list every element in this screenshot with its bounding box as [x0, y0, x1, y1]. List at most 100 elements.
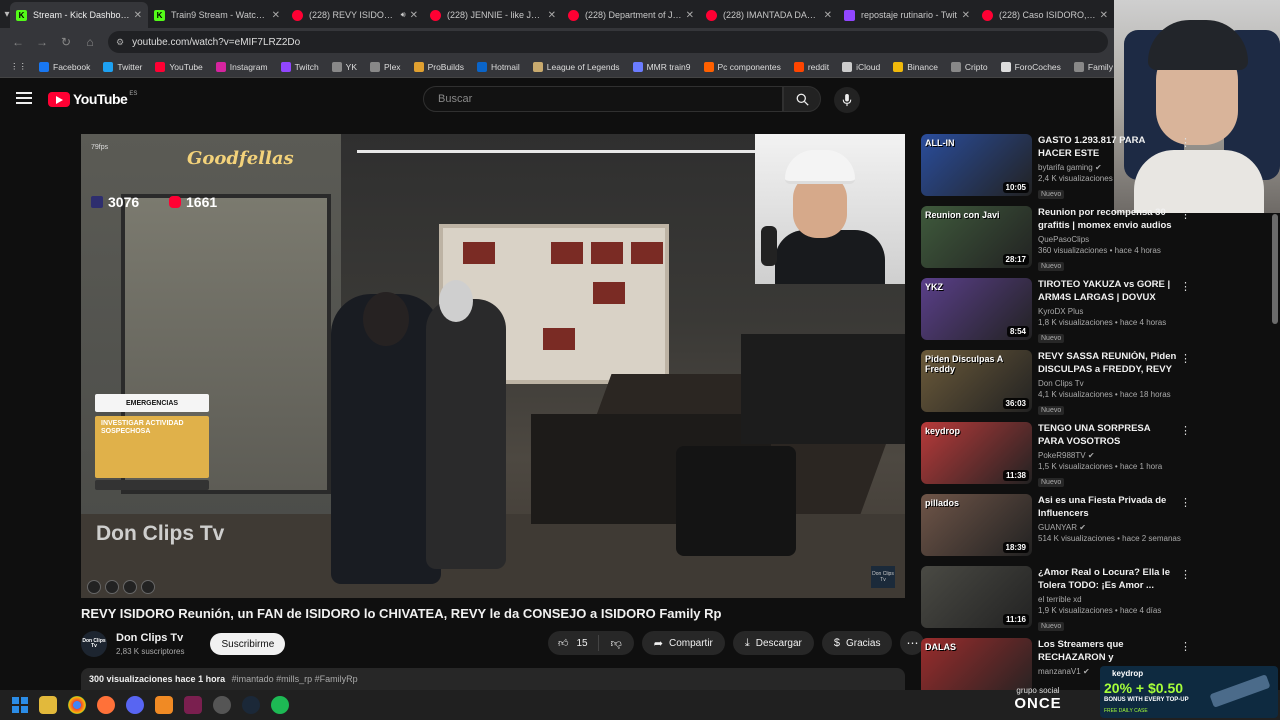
page-scrollbar[interactable] — [1272, 214, 1278, 324]
close-tab-icon[interactable]: ✕ — [686, 10, 694, 21]
browser-tab[interactable]: repostaje rutinario - Twit ✕ — [838, 2, 976, 28]
next-icon[interactable] — [184, 696, 202, 714]
recommended-video[interactable]: pillados 18:39 Asi es una Fiesta Privada d… — [921, 494, 1191, 566]
close-tab-icon[interactable]: ✕ — [824, 10, 832, 21]
close-tab-icon[interactable]: ✕ — [272, 10, 280, 21]
recommended-video[interactable]: YKZ 8:54 TIROTEO YAKUZA vs GORE | ARM4S LA… — [921, 278, 1191, 350]
search-button[interactable] — [783, 86, 821, 112]
share-button[interactable]: ➦ Compartir — [641, 631, 725, 655]
close-tab-icon[interactable]: ✕ — [410, 10, 418, 21]
bookmark-item[interactable]: YK — [331, 61, 357, 72]
reload-icon[interactable]: ↻ — [54, 30, 78, 54]
video-title[interactable]: Asi es una Fiesta Privada de Influencers — [1038, 495, 1178, 521]
bookmark-item[interactable]: Instagram — [215, 61, 268, 72]
bookmark-item[interactable]: Pc componentes — [703, 61, 781, 72]
browser-tab[interactable]: K Stream - Kick Dashboard ✕ — [10, 2, 148, 28]
video-title[interactable]: ¿Amor Real o Locura? Ella le Tolera TODO… — [1038, 567, 1178, 593]
browser-tab[interactable]: (228) REVY ISIDORO R 🔊︎ ✕ — [286, 2, 424, 28]
thanks-button[interactable]: $ Gracias — [821, 631, 893, 655]
back-icon[interactable]: ← — [6, 30, 30, 54]
browser-tab[interactable]: (228) Caso ISIDORO, INTI ✕ — [976, 2, 1114, 28]
close-tab-icon[interactable]: ✕ — [134, 10, 142, 21]
channel-name[interactable]: QuePasoClips — [1038, 235, 1178, 244]
video-player[interactable]: 79fps Goodfellas 3076 1661 EMERGENCIAS I… — [81, 134, 905, 598]
chrome-icon[interactable] — [68, 696, 86, 714]
more-options-icon[interactable]: ⋮ — [1180, 280, 1191, 293]
recommended-video[interactable]: Reunion con Javi 28:17 Reunion por recompe… — [921, 206, 1191, 278]
channel-name[interactable]: GUANYAR ✔ — [1038, 523, 1178, 532]
recommended-video[interactable]: keydrop 11:38 TENGO UNA SORPRESA PARA VOSO… — [921, 422, 1191, 494]
home-icon[interactable]: ⌂ — [78, 30, 102, 54]
hashtags[interactable]: #imantado #mills_rp #FamilyRp — [232, 674, 358, 684]
more-options-icon[interactable]: ⋮ — [1180, 352, 1191, 365]
dislike-button[interactable]: 👎︎ — [599, 637, 634, 650]
bookmark-item[interactable]: Binance — [893, 61, 938, 72]
more-options-icon[interactable]: ⋮ — [1180, 640, 1191, 653]
video-thumbnail[interactable]: keydrop 11:38 — [921, 422, 1032, 484]
download-button[interactable]: ⤓ Descargar — [732, 631, 814, 655]
bookmark-item[interactable]: iCloud — [842, 61, 880, 72]
close-tab-icon[interactable]: ✕ — [548, 10, 556, 21]
spotify-icon[interactable] — [271, 696, 289, 714]
bookmark-item[interactable]: YouTube — [155, 61, 203, 72]
browser-tab[interactable]: (228) IMANTADA DAL ULTI ✕ — [700, 2, 838, 28]
youtube-logo[interactable]: YouTube ES — [48, 91, 137, 107]
windows-start-icon[interactable] — [12, 697, 28, 713]
close-tab-icon[interactable]: ✕ — [1100, 10, 1108, 21]
bookmark-item[interactable]: Plex — [370, 61, 401, 72]
bookmark-item[interactable]: Twitch — [280, 61, 319, 72]
video-title[interactable]: Reunion por recompensa 30 grafitis | mom… — [1038, 207, 1178, 233]
audio-playing-icon[interactable]: 🔊︎ — [401, 10, 406, 20]
bookmark-item[interactable]: Facebook — [39, 61, 90, 72]
settings-icon[interactable] — [213, 696, 231, 714]
bookmark-item[interactable]: ProBuilds — [413, 61, 464, 72]
channel-watermark[interactable]: Don Clips Tv — [871, 566, 895, 588]
channel-avatar[interactable]: Don Clips Tv — [81, 631, 107, 657]
channel-name[interactable]: KyroDX Plus — [1038, 307, 1178, 316]
video-thumbnail[interactable]: ALL-IN 10:05 — [921, 134, 1032, 196]
channel-name[interactable]: Don Clips Tv — [1038, 379, 1178, 388]
firefox-icon[interactable] — [97, 696, 115, 714]
bookmark-item[interactable]: reddit — [793, 61, 829, 72]
bookmark-item[interactable]: MMR train9 — [632, 61, 691, 72]
bookmark-item[interactable]: ForoCoches — [1000, 61, 1061, 72]
more-options-icon[interactable]: ⋮ — [1180, 208, 1191, 221]
bookmark-item[interactable]: Twitter — [103, 61, 142, 72]
browser-tab[interactable]: K Train9 Stream - Watch Liv ✕ — [148, 2, 286, 28]
video-thumbnail[interactable]: Reunion con Javi 28:17 — [921, 206, 1032, 268]
subscribe-button[interactable]: Suscribirme — [210, 633, 286, 655]
recommended-video[interactable]: Piden Disculpas A Freddy 36:03 REVY SASSA … — [921, 350, 1191, 422]
steam-icon[interactable] — [242, 696, 260, 714]
video-title[interactable]: TIROTEO YAKUZA vs GORE | ARM4S LARGAS | … — [1038, 279, 1178, 305]
video-thumbnail[interactable]: 11:16 — [921, 566, 1032, 628]
video-thumbnail[interactable]: YKZ 8:54 — [921, 278, 1032, 340]
video-title[interactable]: TENGO UNA SORPRESA PARA VOSOTROS — [1038, 423, 1178, 449]
menu-icon[interactable] — [16, 92, 32, 104]
bookmark-item[interactable]: Cripto — [950, 61, 988, 72]
browser-tab[interactable]: (228) Department of Just ✕ — [562, 2, 700, 28]
search-input[interactable] — [438, 93, 782, 105]
bookmark-item[interactable]: Hotmail — [476, 61, 520, 72]
channel-name[interactable]: PokeR988TV ✔ — [1038, 451, 1178, 460]
apps-icon[interactable]: ⋮⋮ — [10, 61, 27, 72]
site-info-icon[interactable]: ⚙ — [116, 37, 124, 48]
browser-tab[interactable]: (228) JENNIE - like JENNIE ✕ — [424, 2, 562, 28]
video-thumbnail[interactable]: Piden Disculpas A Freddy 36:03 — [921, 350, 1032, 412]
channel-name[interactable]: el terrible xd — [1038, 595, 1178, 604]
close-tab-icon[interactable]: ✕ — [962, 10, 970, 21]
more-options-icon[interactable]: ⋮ — [1180, 568, 1191, 581]
bookmark-item[interactable]: League of Legends — [532, 61, 620, 72]
more-options-icon[interactable]: ⋮ — [1180, 136, 1191, 149]
bookmark-item[interactable]: Family — [1073, 61, 1113, 72]
channel-name[interactable]: bytarifa gaming ✔ — [1038, 163, 1178, 172]
video-title[interactable]: REVY SASSA REUNIÓN, Piden DISCULPAS a FR… — [1038, 351, 1178, 377]
recommended-video[interactable]: 11:16 ¿Amor Real o Locura? Ella le Tolera… — [921, 566, 1191, 638]
address-bar[interactable]: ⚙ youtube.com/watch?v=eMIF7LRZ2Do — [108, 31, 1108, 53]
vlc-icon[interactable] — [155, 696, 173, 714]
channel-name[interactable]: Don Clips Tv — [116, 632, 184, 644]
more-options-icon[interactable]: ⋮ — [1180, 424, 1191, 437]
forward-icon[interactable]: → — [30, 30, 54, 54]
video-thumbnail[interactable]: pillados 18:39 — [921, 494, 1032, 556]
more-options-icon[interactable]: ⋮ — [1180, 496, 1191, 509]
file-explorer-icon[interactable] — [39, 696, 57, 714]
